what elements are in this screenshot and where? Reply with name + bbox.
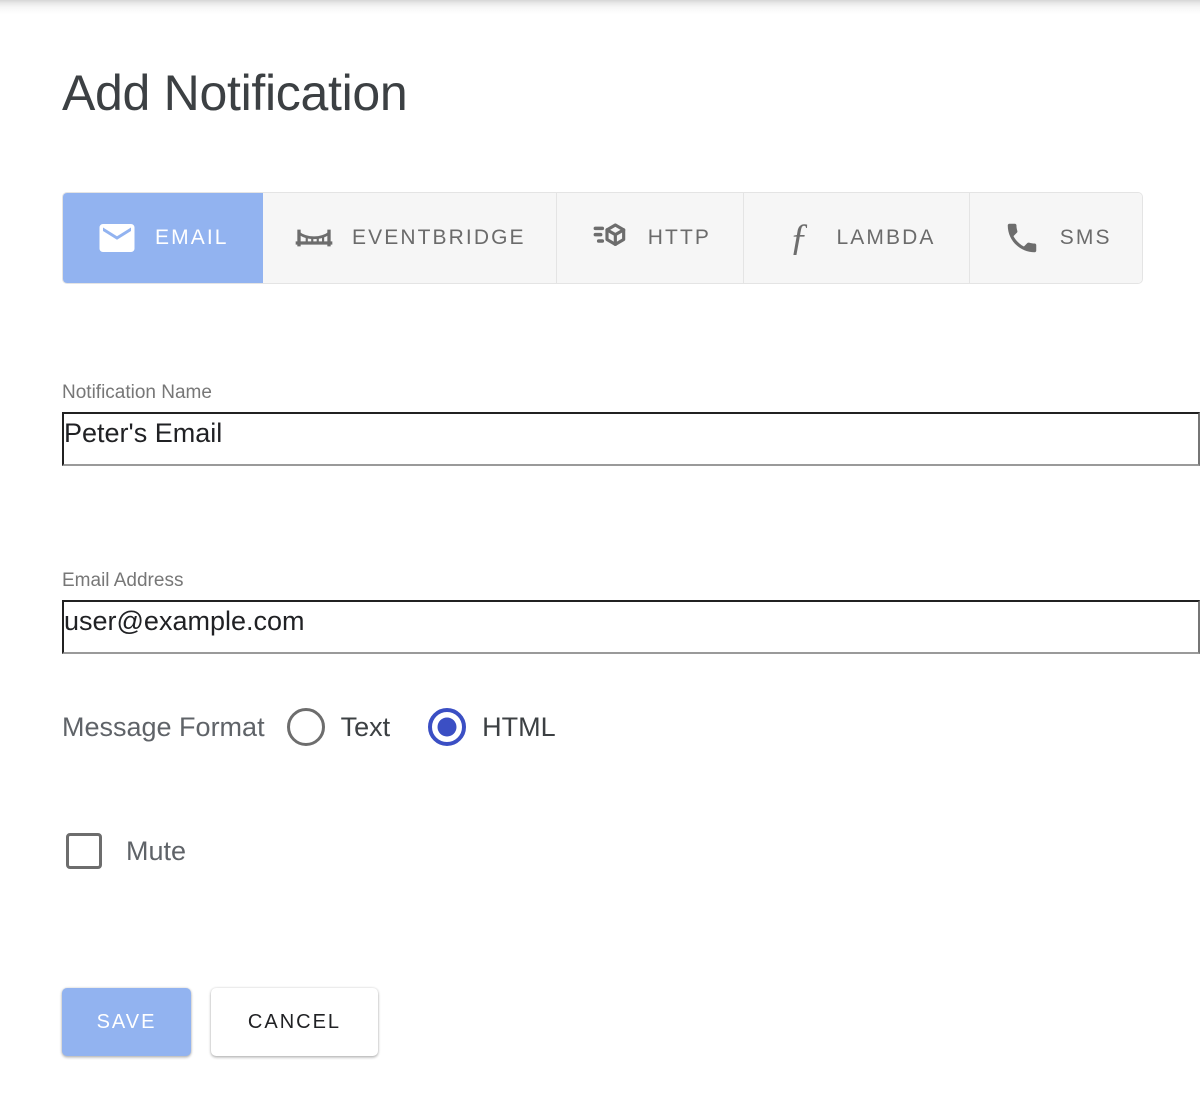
form-actions: SAVE CANCEL — [62, 988, 378, 1056]
tab-email[interactable]: EMAIL — [63, 193, 263, 283]
svg-text:ƒ: ƒ — [789, 217, 808, 258]
notification-name-input[interactable] — [62, 412, 1200, 466]
radio-html-label: HTML — [482, 711, 556, 742]
cancel-button[interactable]: CANCEL — [211, 988, 378, 1056]
cube-icon — [589, 217, 631, 259]
email-address-input[interactable] — [62, 600, 1200, 654]
notification-name-label: Notification Name — [62, 382, 212, 403]
save-button[interactable]: SAVE — [62, 988, 191, 1056]
notification-type-tabs: EMAIL EVENTBRIDGE HTTP ƒ LAMBDA SMS — [62, 192, 1143, 284]
email-address-field: Email Address — [62, 568, 1200, 654]
envelope-icon — [96, 217, 138, 259]
tab-email-label: EMAIL — [155, 226, 229, 249]
bridge-icon — [293, 217, 335, 259]
radio-text-label: Text — [340, 711, 391, 742]
tab-lambda[interactable]: ƒ LAMBDA — [743, 193, 971, 283]
tab-http[interactable]: HTTP — [557, 193, 744, 283]
email-address-label: Email Address — [62, 570, 184, 591]
message-format-group: Message Format Text HTML — [62, 708, 556, 746]
message-format-label: Message Format — [62, 711, 265, 742]
mute-label: Mute — [126, 835, 187, 866]
tab-lambda-label: LAMBDA — [836, 226, 936, 249]
tab-http-label: HTTP — [647, 226, 712, 249]
add-notification-page: Add Notification EMAIL EVENTBRIDGE HTTP … — [0, 0, 1200, 1100]
function-icon: ƒ — [778, 217, 820, 259]
phone-icon — [1001, 217, 1043, 259]
radio-circle-selected-icon — [428, 708, 467, 746]
tab-sms[interactable]: SMS — [970, 193, 1142, 283]
notification-name-field: Notification Name — [62, 380, 1200, 466]
radio-message-format-html[interactable]: HTML — [428, 708, 556, 746]
mute-checkbox-row[interactable]: Mute — [66, 833, 186, 869]
radio-circle-icon — [286, 708, 325, 746]
tab-eventbridge-label: EVENTBRIDGE — [352, 226, 526, 249]
checkbox-square-icon — [66, 833, 102, 869]
page-title: Add Notification — [62, 65, 408, 121]
tab-sms-label: SMS — [1059, 226, 1112, 249]
radio-message-format-text[interactable]: Text — [286, 708, 391, 746]
tab-eventbridge[interactable]: EVENTBRIDGE — [262, 193, 558, 283]
